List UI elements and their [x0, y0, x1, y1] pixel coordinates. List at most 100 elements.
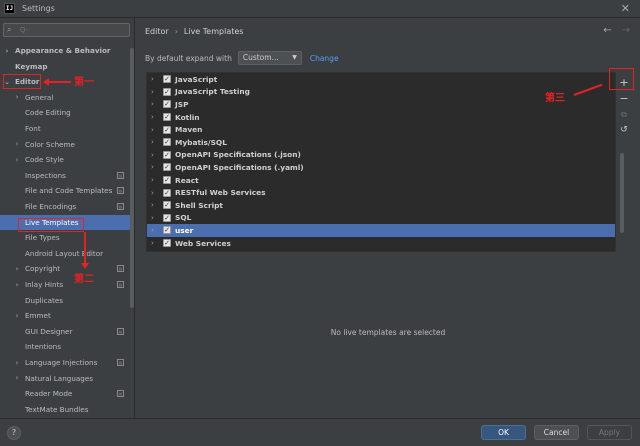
remove-icon[interactable]: − — [617, 92, 631, 106]
search-field[interactable]: ⌕ — [3, 23, 130, 37]
template-group-row[interactable]: › ✓ Shell Script — [147, 199, 615, 212]
empty-message: No live templates are selected — [330, 328, 446, 337]
chevron-right-icon[interactable]: › — [151, 126, 154, 134]
template-group-row[interactable]: › ✓ Kotlin — [147, 111, 615, 124]
annotation-box-editor — [3, 74, 41, 89]
forward-arrow-icon[interactable]: → — [622, 25, 630, 36]
template-group-checkbox[interactable]: ✓ — [163, 125, 171, 134]
template-group-checkbox[interactable]: ✓ — [163, 201, 171, 210]
template-group-checkbox[interactable]: ✓ — [163, 87, 171, 96]
template-group-row[interactable]: › ✓ user — [147, 224, 615, 237]
template-group-row[interactable]: › ✓ Mybatis/SQL — [147, 136, 615, 149]
project-scope-icon: ▤ — [117, 390, 124, 398]
sidebar-item-font[interactable]: Font — [0, 121, 130, 136]
sidebar-item-file-encodings[interactable]: File Encodings ▤ — [0, 199, 130, 214]
sidebar-item-emmet[interactable]: › Emmet — [0, 308, 130, 323]
sidebar-item-appearance-behavior[interactable]: › Appearance & Behavior — [0, 43, 130, 58]
cancel-button[interactable]: Cancel — [534, 425, 579, 440]
template-group-checkbox[interactable]: ✓ — [163, 239, 171, 248]
template-group-checkbox[interactable]: ✓ — [163, 138, 171, 147]
sidebar-item-code-style[interactable]: › Code Style — [0, 152, 130, 167]
chevron-right-icon[interactable]: › — [151, 163, 154, 171]
close-icon[interactable]: ✕ — [621, 2, 630, 15]
chevron-right-icon[interactable]: › — [13, 281, 21, 289]
template-group-label: Maven — [175, 125, 203, 135]
sidebar-item-language-injections[interactable]: › Language Injections ▤ — [0, 355, 130, 370]
breadcrumb-separator: › — [174, 27, 178, 36]
template-group-label: JavaScript Testing — [175, 87, 250, 97]
template-group-row[interactable]: › ✓ React — [147, 174, 615, 187]
chevron-right-icon[interactable]: › — [13, 140, 21, 148]
chevron-right-icon[interactable]: › — [13, 265, 21, 273]
template-group-row[interactable]: › ✓ OpenAPI Specifications (.json) — [147, 149, 615, 162]
template-group-checkbox[interactable]: ✓ — [163, 75, 171, 84]
window-title: Settings — [22, 4, 55, 13]
chevron-right-icon[interactable]: › — [3, 47, 11, 55]
restore-icon[interactable]: ↺ — [617, 124, 631, 138]
template-group-label: RESTful Web Services — [175, 188, 266, 198]
template-group-row[interactable]: › ✓ SQL — [147, 212, 615, 225]
template-group-checkbox[interactable]: ✓ — [163, 226, 171, 235]
template-group-checkbox[interactable]: ✓ — [163, 163, 171, 172]
chevron-right-icon[interactable]: › — [151, 226, 154, 234]
sidebar-item-label: Duplicates — [25, 295, 63, 305]
sidebar-item-keymap[interactable]: Keymap — [0, 59, 130, 74]
sidebar-scrollbar[interactable] — [130, 48, 134, 308]
template-group-row[interactable]: › ✓ OpenAPI Specifications (.yaml) — [147, 161, 615, 174]
chevron-right-icon[interactable]: › — [13, 312, 21, 320]
chevron-right-icon[interactable]: › — [151, 100, 154, 108]
chevron-right-icon[interactable]: › — [151, 75, 154, 83]
help-button[interactable]: ? — [7, 426, 21, 440]
chevron-right-icon[interactable]: › — [151, 88, 154, 96]
chevron-right-icon[interactable]: › — [151, 138, 154, 146]
chevron-right-icon[interactable]: › — [13, 374, 21, 382]
sidebar-item-natural-languages[interactable]: › Natural Languages — [0, 371, 130, 386]
chevron-right-icon[interactable]: › — [13, 93, 21, 101]
template-group-row[interactable]: › ✓ RESTful Web Services — [147, 186, 615, 199]
sidebar-item-general[interactable]: › General — [0, 90, 130, 105]
template-group-row[interactable]: › ✓ Maven — [147, 123, 615, 136]
ok-button[interactable]: OK — [481, 425, 526, 440]
sidebar-item-color-scheme[interactable]: › Color Scheme — [0, 137, 130, 152]
sidebar-item-file-and-code-templates[interactable]: File and Code Templates ▤ — [0, 183, 130, 198]
sidebar-item-file-types[interactable]: File Types — [0, 230, 130, 245]
copy-icon[interactable]: ⧉ — [617, 108, 631, 122]
sidebar-item-inlay-hints[interactable]: › Inlay Hints ▤ — [0, 277, 130, 292]
sidebar-item-inspections[interactable]: Inspections ▤ — [0, 168, 130, 183]
sidebar-item-intentions[interactable]: Intentions — [0, 339, 130, 354]
chevron-right-icon[interactable]: › — [151, 214, 154, 222]
chevron-right-icon[interactable]: › — [151, 201, 154, 209]
template-group-checkbox[interactable]: ✓ — [163, 176, 171, 185]
back-arrow-icon[interactable]: ← — [603, 25, 611, 36]
template-group-row[interactable]: › ✓ Web Services — [147, 237, 615, 250]
template-group-checkbox[interactable]: ✓ — [163, 150, 171, 159]
chevron-right-icon[interactable]: › — [13, 156, 21, 164]
template-group-checkbox[interactable]: ✓ — [163, 100, 171, 109]
template-group-checkbox[interactable]: ✓ — [163, 213, 171, 222]
breadcrumb-parent[interactable]: Editor — [145, 27, 169, 36]
sidebar-item-textmate-bundles[interactable]: TextMate Bundles — [0, 402, 130, 417]
change-link[interactable]: Change — [310, 54, 339, 63]
sidebar-item-duplicates[interactable]: Duplicates — [0, 293, 130, 308]
chevron-right-icon[interactable]: › — [151, 113, 154, 121]
annotation-arrowhead-1 — [43, 78, 49, 86]
sidebar-item-reader-mode[interactable]: Reader Mode ▤ — [0, 386, 130, 401]
project-scope-icon: ▤ — [117, 171, 124, 179]
expand-select[interactable]: Custom... ▼ — [237, 51, 302, 65]
chevron-right-icon[interactable]: › — [151, 176, 154, 184]
apply-button[interactable]: Apply — [587, 425, 632, 440]
chevron-right-icon[interactable]: › — [151, 151, 154, 159]
chevron-right-icon[interactable]: › — [151, 189, 154, 197]
sidebar-item-android-layout-editor[interactable]: Android Layout Editor — [0, 246, 130, 261]
chevron-right-icon[interactable]: › — [13, 359, 21, 367]
sidebar-item-gui-designer[interactable]: GUI Designer ▤ — [0, 324, 130, 339]
chevron-down-icon: ▼ — [292, 54, 297, 61]
sidebar-item-copyright[interactable]: › Copyright ▤ — [0, 261, 130, 276]
chevron-right-icon[interactable]: › — [151, 239, 154, 247]
template-group-checkbox[interactable]: ✓ — [163, 188, 171, 197]
template-group-checkbox[interactable]: ✓ — [163, 113, 171, 122]
search-input[interactable] — [20, 24, 125, 36]
template-group-label: SQL — [175, 213, 192, 223]
sidebar-item-code-editing[interactable]: Code Editing — [0, 105, 130, 120]
template-group-row[interactable]: › ✓ JavaScript — [147, 73, 615, 86]
